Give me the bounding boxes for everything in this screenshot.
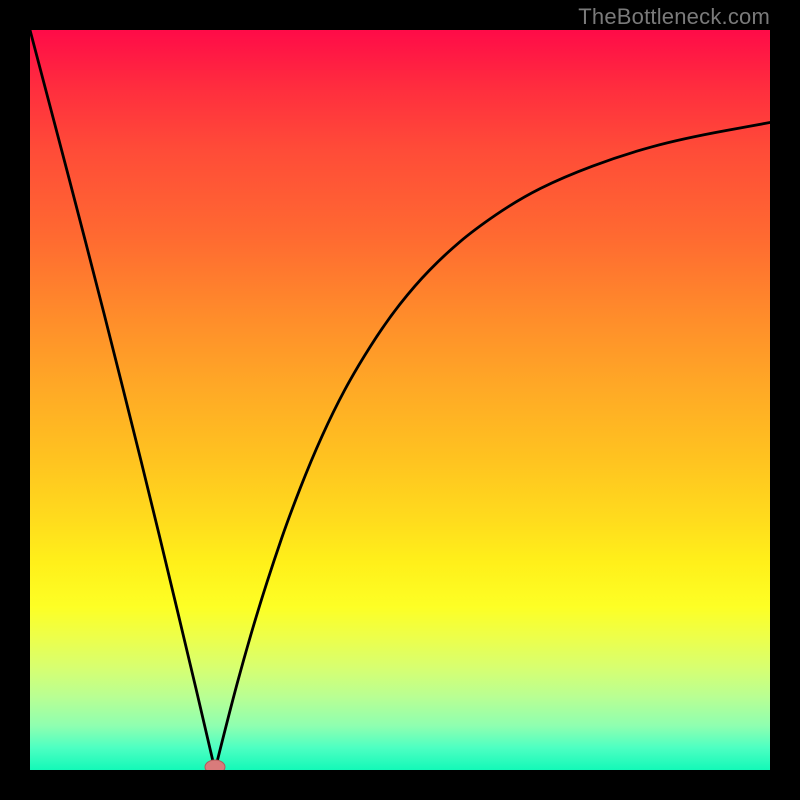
chart-plot-area (30, 30, 770, 770)
minimum-marker (205, 760, 225, 770)
chart-frame: TheBottleneck.com (0, 0, 800, 800)
curve-right-branch (215, 123, 770, 771)
watermark-text: TheBottleneck.com (578, 4, 770, 30)
bottleneck-curve (30, 30, 770, 770)
curve-left-branch (30, 30, 215, 770)
chart-svg (30, 30, 770, 770)
minimum-marker-dot (205, 760, 225, 770)
